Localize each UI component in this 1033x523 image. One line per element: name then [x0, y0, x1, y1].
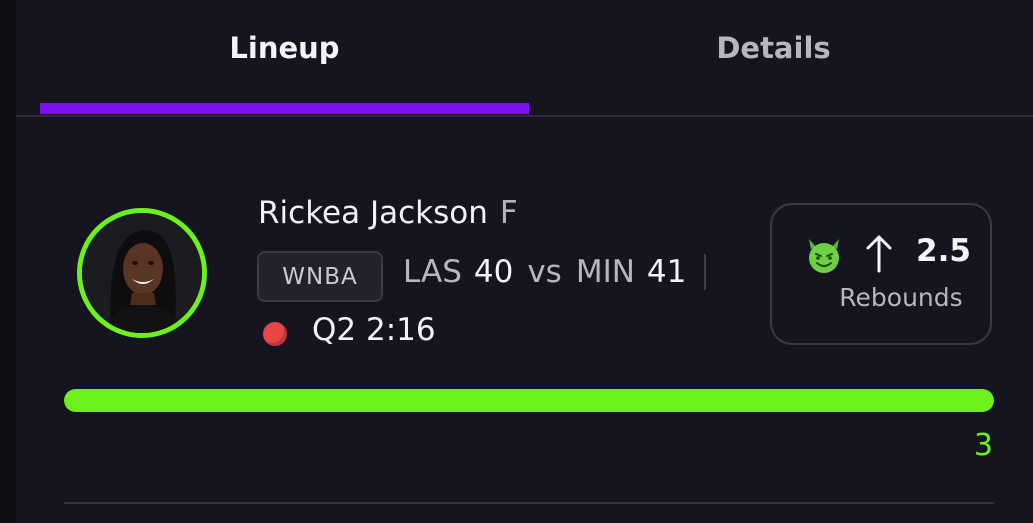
tab-details[interactable]: Details — [529, 0, 1018, 104]
stat-progress-value: 3 — [973, 428, 993, 463]
stat-progress-bar — [64, 389, 994, 412]
devil-icon — [809, 239, 839, 273]
vs-label: vs — [527, 254, 562, 290]
league-badge: WNBA — [257, 251, 383, 302]
app-frame: Lineup Details Rickea Jackson F WNBA LAS … — [0, 0, 1033, 523]
stat-progress-fill — [64, 389, 994, 412]
player-name-line: Rickea Jackson F — [258, 195, 518, 231]
team2-score: 41 — [646, 254, 687, 290]
team1-score: 40 — [473, 254, 514, 290]
matchup-separator — [704, 254, 707, 290]
player-photo — [82, 213, 202, 333]
pick-card[interactable]: 2.5 Rebounds — [770, 203, 992, 345]
player-avatar — [77, 208, 207, 338]
arrow-up-icon — [866, 235, 892, 273]
active-tab-indicator — [40, 103, 529, 114]
game-clock: Q2 2:16 — [312, 312, 436, 348]
live-dot-icon — [263, 322, 287, 346]
player-position: F — [499, 195, 518, 231]
tab-divider — [16, 115, 1033, 117]
tab-bar: Lineup Details — [40, 0, 1033, 117]
pick-stat-label: Rebounds — [839, 283, 963, 312]
game-matchup: LAS 40 vs MIN 41 — [403, 254, 707, 290]
tab-lineup[interactable]: Lineup — [40, 0, 529, 104]
team1-abbr: LAS — [403, 254, 462, 290]
section-divider — [64, 502, 994, 504]
pick-line-value: 2.5 — [916, 233, 971, 269]
player-name: Rickea Jackson — [258, 195, 488, 231]
team2-abbr: MIN — [575, 254, 635, 290]
